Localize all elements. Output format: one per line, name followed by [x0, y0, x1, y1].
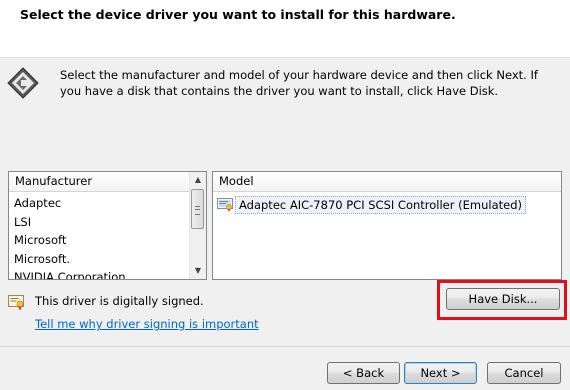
certificate-icon — [8, 295, 24, 311]
manufacturer-scrollbar[interactable]: ▲ ▼ — [189, 172, 206, 279]
next-button[interactable]: Next > — [404, 362, 477, 384]
manufacturer-item[interactable]: Microsoft — [14, 231, 206, 250]
model-listbox[interactable]: Model Adaptec AIC-7870 PCI SCSI Controll… — [212, 171, 562, 280]
model-column-header[interactable]: Model — [213, 172, 561, 192]
manufacturer-column-header[interactable]: Manufacturer — [9, 172, 206, 192]
scroll-down-arrow-icon[interactable]: ▼ — [190, 263, 206, 279]
manufacturer-item[interactable]: LSI — [14, 213, 206, 232]
model-item[interactable]: Adaptec AIC-7870 PCI SCSI Controller (Em… — [217, 196, 561, 214]
model-item-label: Adaptec AIC-7870 PCI SCSI Controller (Em… — [235, 196, 527, 214]
cancel-button[interactable]: Cancel — [487, 362, 561, 384]
driver-signing-link[interactable]: Tell me why driver signing is important — [35, 317, 259, 331]
signing-status-text: This driver is digitally signed. — [35, 294, 204, 308]
scrollbar-thumb[interactable] — [191, 189, 204, 229]
hardware-wizard-icon — [7, 67, 39, 99]
signed-driver-icon — [217, 198, 233, 212]
footer-divider — [0, 346, 570, 347]
have-disk-button[interactable]: Have Disk... — [446, 288, 560, 310]
scroll-up-arrow-icon[interactable]: ▲ — [190, 172, 206, 188]
manufacturer-item[interactable]: Microsoft. — [14, 250, 206, 269]
wizard-header: Select the device driver you want to ins… — [0, 0, 570, 58]
back-button[interactable]: < Back — [327, 362, 400, 384]
manufacturer-listbox[interactable]: Manufacturer Adaptec LSI Microsoft Micro… — [8, 171, 207, 280]
page-title: Select the device driver you want to ins… — [20, 7, 456, 22]
manufacturer-item[interactable]: Adaptec — [14, 194, 206, 213]
manufacturer-item[interactable]: NVIDIA Corporation — [14, 268, 206, 279]
instructions-text: Select the manufacturer and model of you… — [60, 68, 538, 98]
